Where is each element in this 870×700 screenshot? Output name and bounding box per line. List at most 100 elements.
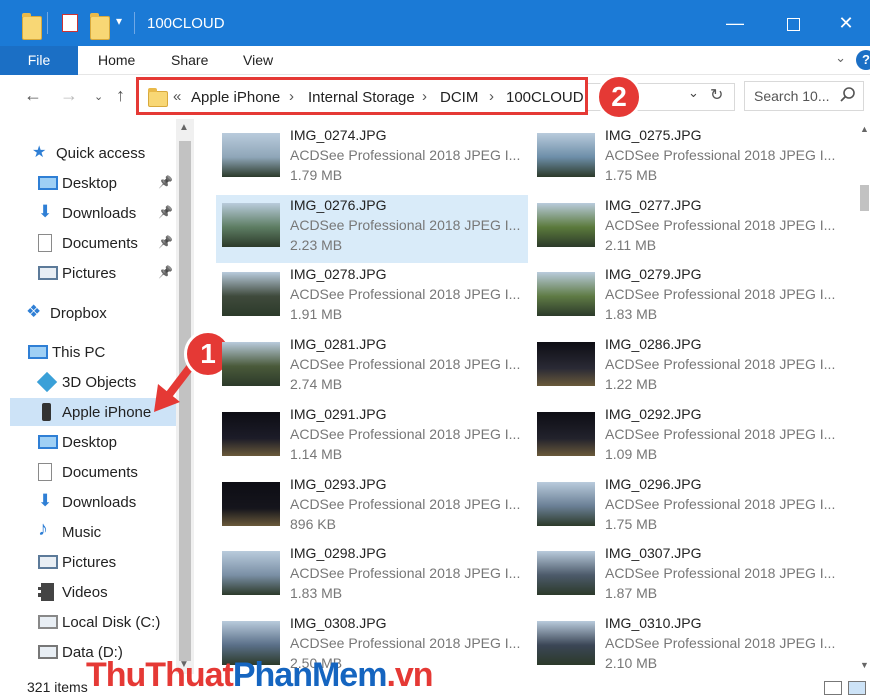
video-icon (38, 583, 54, 601)
file-list-scrollbar[interactable]: ▲ ▼ (858, 119, 870, 674)
file-item[interactable]: IMG_0291.JPG ACDSee Professional 2018 JPE… (216, 404, 528, 472)
sidebar-item-quick-access[interactable]: ★ Quick access (10, 139, 176, 167)
search-placeholder: Search 10... (754, 88, 830, 104)
tab-share[interactable]: Share (171, 52, 208, 68)
file-type: ACDSee Professional 2018 JPEG I... (290, 565, 521, 582)
breadcrumb-separator-icon[interactable]: › (289, 88, 294, 105)
search-icon[interactable] (839, 86, 857, 104)
address-dropdown-icon[interactable]: ⌄ (688, 85, 699, 101)
file-name: IMG_0278.JPG (290, 266, 387, 283)
file-item[interactable]: IMG_0278.JPG ACDSee Professional 2018 JPE… (216, 264, 528, 332)
breadcrumb-separator-icon[interactable]: › (422, 88, 427, 105)
file-item[interactable]: IMG_0286.JPG ACDSee Professional 2018 JPE… (531, 334, 843, 402)
file-item[interactable]: IMG_0275.JPG ACDSee Professional 2018 JPE… (531, 125, 843, 193)
file-item[interactable]: IMG_0279.JPG ACDSee Professional 2018 JPE… (531, 264, 843, 332)
sidebar-item-documents[interactable]: Documents (10, 458, 176, 486)
sidebar-item-local-disk-c[interactable]: Local Disk (C:) (10, 608, 176, 636)
scroll-up-icon[interactable]: ▲ (860, 124, 869, 134)
sidebar-item-label: Downloads (62, 494, 137, 511)
breadcrumb-100cloud[interactable]: 100CLOUD (506, 89, 584, 106)
watermark-part-3: .vn (386, 656, 433, 694)
file-item[interactable]: IMG_0307.JPG ACDSee Professional 2018 JPE… (531, 543, 843, 611)
sidebar-item-documents[interactable]: Documents 📌 (10, 229, 176, 257)
file-thumbnail (222, 411, 280, 456)
address-bar[interactable]: « Apple iPhone › Internal Storage › DCIM… (136, 77, 588, 115)
search-box[interactable]: Search 10... (744, 81, 864, 111)
sidebar-item-dropbox[interactable]: ❖ Dropbox (10, 299, 176, 327)
file-size: 2.23 MB (290, 236, 343, 253)
divider (47, 12, 48, 34)
file-item[interactable]: IMG_0281.JPG ACDSee Professional 2018 JPE… (216, 334, 528, 402)
sidebar-item-desktop[interactable]: Desktop 📌 (10, 169, 176, 197)
sidebar-item-label: Desktop (62, 434, 118, 451)
expand-ribbon-icon[interactable]: ⌄ (835, 50, 846, 66)
file-item[interactable]: IMG_0292.JPG ACDSee Professional 2018 JPE… (531, 404, 843, 472)
tab-view[interactable]: View (243, 52, 273, 68)
file-item[interactable]: IMG_0296.JPG ACDSee Professional 2018 JPE… (531, 474, 843, 542)
file-thumbnail (222, 342, 280, 387)
file-size: 2.74 MB (290, 376, 343, 393)
back-arrow-icon[interactable]: ← (24, 85, 42, 106)
file-name: IMG_0286.JPG (605, 336, 702, 353)
file-item[interactable]: IMG_0293.JPG ACDSee Professional 2018 JPE… (216, 474, 528, 542)
breadcrumb-apple-iphone[interactable]: Apple iPhone (191, 89, 280, 106)
computer-icon (28, 345, 48, 359)
new-folder-icon[interactable] (90, 13, 110, 40)
file-type: ACDSee Professional 2018 JPEG I... (605, 216, 836, 233)
sidebar-item-label: Apple iPhone (62, 404, 152, 421)
scroll-thumb[interactable] (860, 185, 869, 211)
file-item[interactable]: IMG_0274.JPG ACDSee Professional 2018 JPE… (216, 125, 528, 193)
recent-locations-icon[interactable]: ⌄ (94, 90, 103, 103)
sidebar-item-label: Videos (62, 584, 108, 601)
sidebar-item-pictures[interactable]: Pictures (10, 548, 176, 576)
sidebar-item-downloads[interactable]: ⬇ Downloads (10, 488, 176, 516)
file-size: 896 KB (290, 515, 336, 532)
file-item[interactable]: IMG_0298.JPG ACDSee Professional 2018 JPE… (216, 543, 528, 611)
breadcrumb-separator-icon[interactable]: › (489, 88, 494, 105)
file-size: 2.10 MB (605, 654, 658, 671)
title-bar: ▾ 100CLOUD — ✕ (0, 0, 870, 46)
documents-icon (38, 463, 52, 481)
file-type: ACDSee Professional 2018 JPEG I... (605, 425, 836, 442)
file-name: IMG_0308.JPG (290, 614, 387, 631)
folder-icon (22, 13, 42, 40)
breadcrumb-dcim[interactable]: DCIM (440, 89, 478, 106)
minimize-button[interactable]: — (706, 0, 764, 46)
sidebar-item-desktop[interactable]: Desktop (10, 428, 176, 456)
up-arrow-icon[interactable]: ↑ (116, 85, 125, 106)
file-type: ACDSee Professional 2018 JPEG I... (605, 495, 836, 512)
forward-arrow-icon[interactable]: → (60, 85, 78, 106)
close-button[interactable]: ✕ (822, 0, 870, 46)
watermark: ThuThuatPhanMem.vn (86, 656, 434, 695)
refresh-icon[interactable]: ↻ (710, 85, 723, 105)
file-type: ACDSee Professional 2018 JPEG I... (290, 286, 521, 303)
details-view-icon[interactable] (824, 681, 842, 695)
file-type: ACDSee Professional 2018 JPEG I... (605, 147, 836, 163)
scroll-down-icon[interactable]: ▼ (860, 660, 869, 670)
maximize-button[interactable] (764, 0, 822, 46)
properties-icon[interactable] (62, 14, 78, 32)
sidebar-item-label: Quick access (56, 145, 146, 162)
customize-toolbar-icon[interactable]: ▾ (116, 14, 122, 38)
file-item[interactable]: IMG_0277.JPG ACDSee Professional 2018 JPE… (531, 195, 843, 263)
overflow-chevron-icon[interactable]: « (173, 88, 181, 105)
tiles-view-icon[interactable] (848, 681, 866, 695)
file-name: IMG_0310.JPG (605, 614, 702, 631)
sidebar-item-downloads[interactable]: ⬇ Downloads 📌 (10, 199, 176, 227)
annotation-badge-2: 2 (596, 74, 642, 120)
scroll-up-icon[interactable]: ▲ (179, 122, 189, 133)
tab-home[interactable]: Home (98, 52, 135, 68)
file-item[interactable]: IMG_0310.JPG ACDSee Professional 2018 JPE… (531, 613, 843, 674)
help-icon[interactable]: ? (856, 50, 870, 70)
desktop-icon (38, 176, 58, 190)
divider (134, 12, 135, 34)
sidebar-item-pictures[interactable]: Pictures 📌 (10, 259, 176, 287)
tab-file[interactable]: File (0, 46, 78, 75)
sidebar-item-music[interactable]: ♪ Music (10, 518, 176, 546)
breadcrumb-internal-storage[interactable]: Internal Storage (308, 89, 415, 106)
file-thumbnail (222, 133, 280, 177)
file-item[interactable]: IMG_0276.JPG ACDSee Professional 2018 JPE… (216, 194, 528, 263)
file-type: ACDSee Professional 2018 JPEG I... (605, 356, 836, 373)
sidebar-item-videos[interactable]: Videos (10, 578, 176, 606)
watermark-part-2: PhanMem (232, 656, 388, 694)
